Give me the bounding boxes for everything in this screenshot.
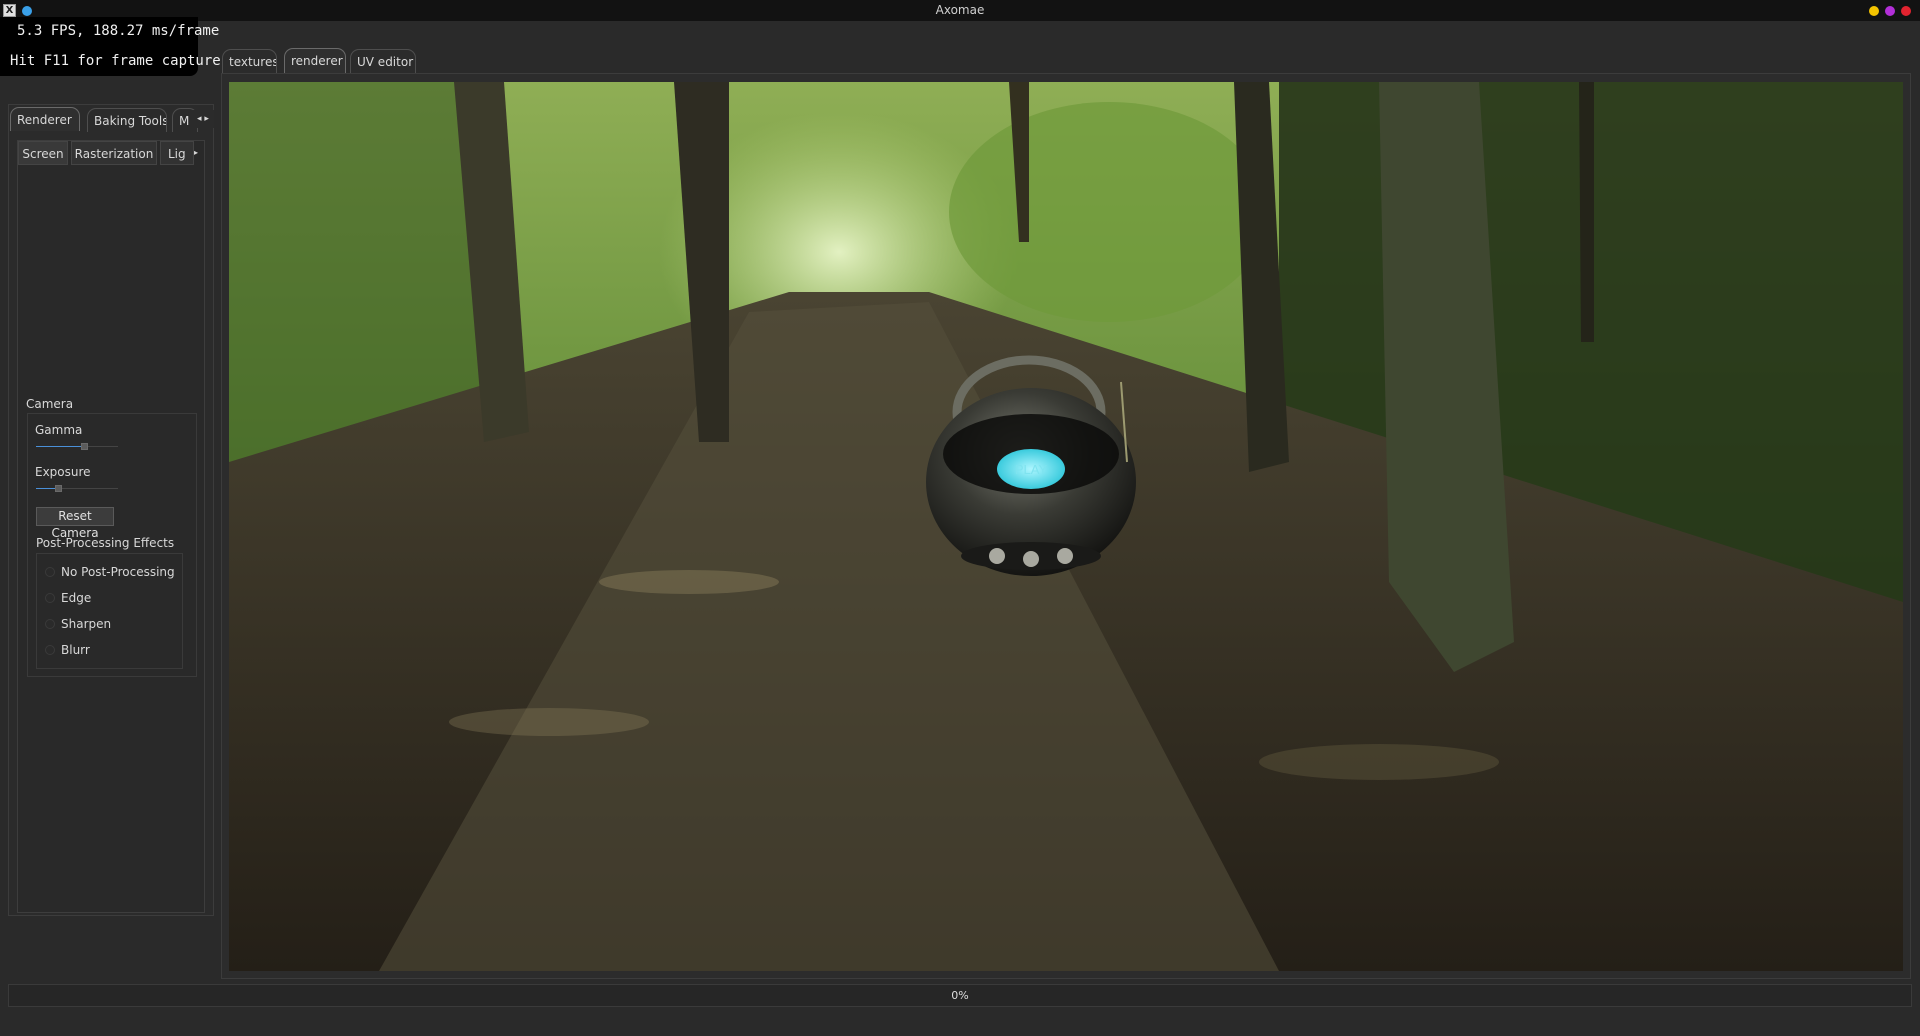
exposure-slider-fill [36, 488, 55, 489]
render-viewport[interactable]: PLAY [229, 82, 1903, 971]
radio-label: Blurr [61, 643, 90, 657]
speaker-dot-icon [989, 548, 1005, 564]
canopy-cluster [949, 102, 1269, 322]
reset-camera-button[interactable]: Reset Camera [36, 507, 114, 540]
play-button-text: PLAY [1015, 462, 1048, 477]
light-patch [1259, 744, 1499, 780]
close-button[interactable] [1901, 6, 1911, 16]
tree-trunk [1579, 82, 1594, 342]
tab-renderer-view[interactable]: renderer [284, 48, 346, 73]
subtab-rasterization[interactable]: Rasterization [71, 141, 157, 165]
radio-no-post-processing[interactable]: No Post-Processing [45, 564, 185, 580]
tab-textures[interactable]: textures [222, 49, 277, 73]
fps-readout: 5.3 FPS, 188.27 ms/frame [17, 23, 220, 39]
forest-environment-scene: PLAY [229, 82, 1903, 971]
speaker-dot-icon [1057, 548, 1073, 564]
radio-circle-icon[interactable] [45, 619, 55, 629]
gamma-slider-handle[interactable] [81, 443, 88, 450]
radio-circle-icon[interactable] [45, 593, 55, 603]
title-bar: X Axomae [0, 0, 1920, 21]
radio-circle-icon[interactable] [45, 567, 55, 577]
maximize-button[interactable] [1885, 6, 1895, 16]
exposure-label: Exposure [35, 465, 91, 479]
subtab-scroll-arrow-icon[interactable]: ▸ [194, 145, 204, 161]
progress-text: 0% [951, 989, 969, 1002]
radio-label: Sharpen [61, 617, 112, 631]
radio-label: Edge [61, 591, 92, 605]
camera-section-label: Camera [26, 397, 74, 411]
radio-label: No Post-Processing [61, 565, 175, 579]
minimize-button[interactable] [1869, 6, 1879, 16]
light-patch [449, 708, 649, 736]
gamma-slider[interactable] [36, 443, 118, 450]
fps-overlay: 5.3 FPS, 188.27 ms/frame Hit F11 for fra… [0, 17, 221, 76]
speaker-dot-icon [1023, 551, 1039, 567]
post-processing-label: Post-Processing Effects [36, 536, 175, 550]
radio-sharpen[interactable]: Sharpen [45, 616, 125, 632]
subtab-screen[interactable]: Screen [18, 141, 68, 165]
exposure-slider-handle[interactable] [55, 485, 62, 492]
subtab-lighting[interactable]: Lig [160, 141, 194, 165]
radio-circle-icon[interactable] [45, 645, 55, 655]
window-title: Axomae [935, 3, 985, 17]
gamma-label: Gamma [35, 423, 83, 437]
gamma-slider-fill [36, 446, 81, 447]
tab-scroll-arrows-icon[interactable]: ◂ ▸ [192, 110, 214, 128]
tab-uv-editor[interactable]: UV editor [350, 49, 416, 73]
radio-blurr[interactable]: Blurr [45, 642, 125, 658]
tab-baking-tools[interactable]: Baking Tools [87, 108, 167, 132]
exposure-slider[interactable] [36, 485, 118, 492]
frame-capture-hint: Hit F11 for frame capture [10, 53, 221, 69]
radio-edge[interactable]: Edge [45, 590, 125, 606]
tab-renderer-tools[interactable]: Renderer [10, 107, 80, 131]
light-patch [599, 570, 779, 594]
progress-bar: 0% [8, 984, 1912, 1007]
